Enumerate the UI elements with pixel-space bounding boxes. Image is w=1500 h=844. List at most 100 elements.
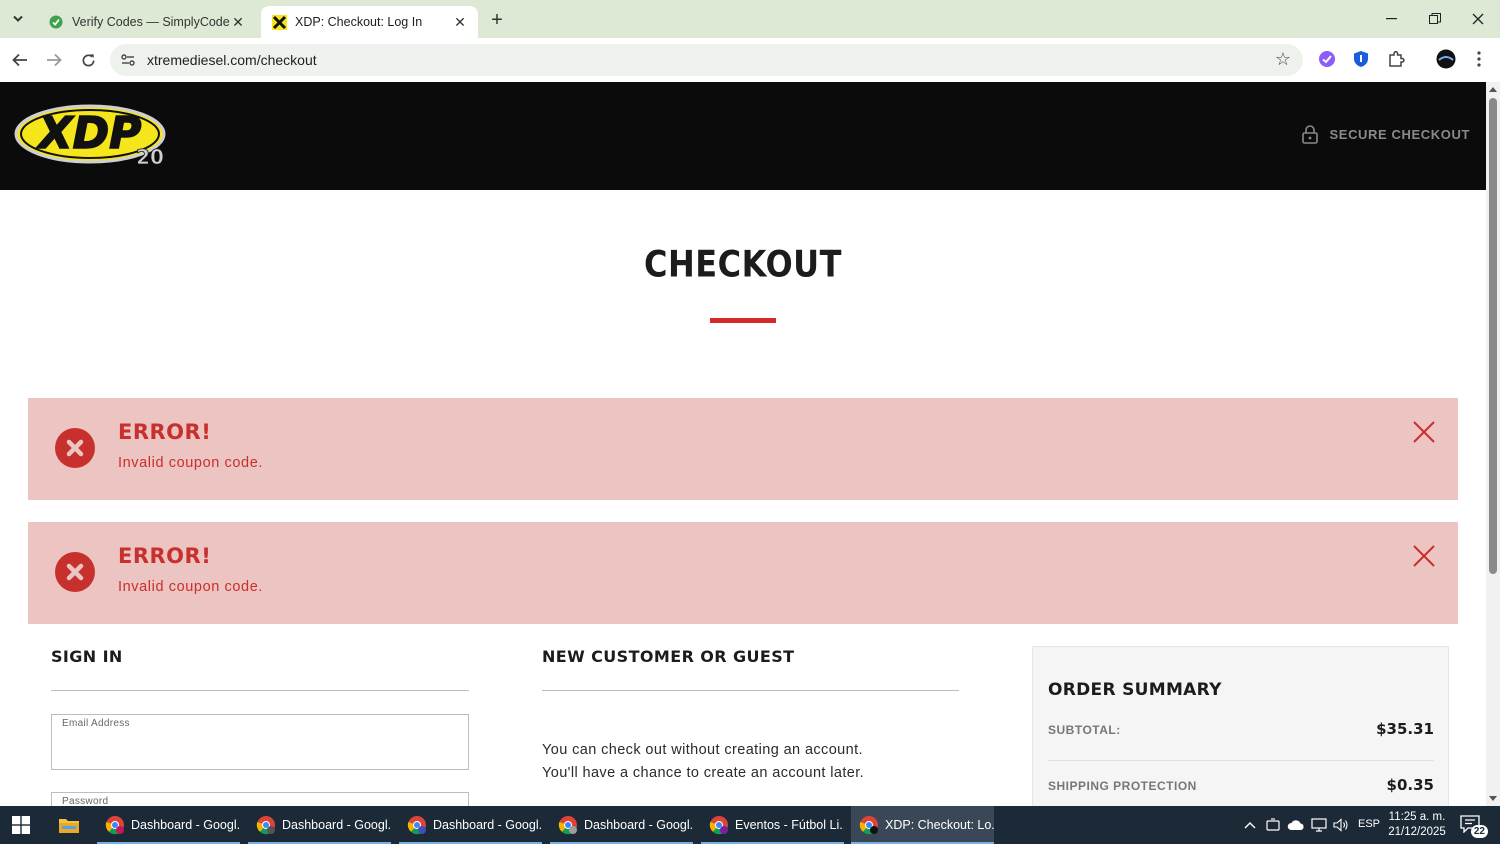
profile-avatar[interactable] [1435, 48, 1457, 70]
bookmark-star-icon[interactable]: ☆ [1275, 49, 1291, 70]
guest-description-line1: You can check out without creating an ac… [542, 742, 863, 758]
browser-chrome: Verify Codes — SimplyCodes ✕ XDP: Checko… [0, 0, 1500, 82]
onedrive-cloud-icon[interactable] [1286, 817, 1306, 833]
summary-label: SUBTOTAL: [1048, 723, 1121, 737]
email-label: Email Address [62, 718, 130, 729]
chrome-icon [105, 815, 125, 835]
summary-row-shipping-protection: SHIPPING PROTECTION $0.35 [1048, 776, 1434, 794]
taskbar-item-active[interactable]: XDP: Checkout: Lo... [851, 806, 994, 844]
windows-start-icon[interactable] [12, 816, 30, 834]
meet-now-icon[interactable] [1264, 817, 1282, 833]
logo-text: XDP [36, 108, 142, 159]
extension-simplycodes-button[interactable] [1317, 49, 1337, 69]
chevron-down-icon [13, 15, 23, 22]
tab-search-button[interactable] [6, 8, 30, 30]
taskbar-item[interactable]: Dashboard - Googl... [248, 806, 391, 844]
file-explorer-icon[interactable] [58, 815, 80, 835]
arrow-right-icon [47, 53, 62, 67]
system-clock[interactable]: 11:25 a. m. 21/12/2025 [1384, 810, 1450, 840]
restore-button[interactable] [1415, 4, 1455, 34]
alert-heading: ERROR! [118, 544, 212, 568]
reload-button[interactable] [76, 48, 100, 72]
taskbar-item[interactable]: Dashboard - Googl... [97, 806, 240, 844]
summary-value: $0.35 [1386, 776, 1434, 794]
taskbar-item-label: Dashboard - Googl... [131, 818, 240, 832]
chevron-up-icon[interactable] [1242, 817, 1258, 833]
taskbar-item[interactable]: Dashboard - Googl... [550, 806, 693, 844]
close-alert-icon[interactable] [1412, 544, 1436, 568]
email-input[interactable] [62, 735, 458, 765]
password-label: Password [62, 796, 109, 806]
extension-bitwarden-button[interactable] [1351, 49, 1371, 69]
notification-count-badge: 22 [1470, 825, 1488, 838]
tab-xdp-checkout[interactable]: XDP: Checkout: Log In ✕ [261, 6, 478, 38]
chrome-icon [256, 815, 276, 835]
summary-row-subtotal: SUBTOTAL: $35.31 [1048, 720, 1434, 738]
guest-divider [542, 690, 959, 691]
tab-strip: Verify Codes — SimplyCodes ✕ XDP: Checko… [0, 0, 1500, 38]
scroll-up-arrow-icon[interactable] [1489, 87, 1497, 92]
avatar-icon [1436, 49, 1456, 69]
restore-icon [1429, 13, 1441, 24]
password-field[interactable]: Password [51, 792, 469, 806]
error-alert: ERROR! Invalid coupon code. [28, 522, 1458, 624]
minimize-button[interactable] [1372, 4, 1412, 34]
summary-label: SHIPPING PROTECTION [1048, 779, 1197, 793]
page-scrollbar[interactable] [1486, 82, 1500, 806]
puzzle-icon [1389, 50, 1405, 67]
scrollbar-thumb[interactable] [1489, 98, 1497, 574]
alert-heading: ERROR! [118, 420, 212, 444]
language-indicator[interactable]: ESP [1358, 818, 1380, 830]
close-alert-icon[interactable] [1412, 420, 1436, 444]
web-page: XDP 20 SECURE CHECKOUT CHECKOUT ERROR! I… [0, 82, 1486, 806]
signin-title: SIGN IN [51, 647, 123, 666]
notification-center-button[interactable]: 22 [1460, 815, 1488, 838]
close-window-button[interactable] [1458, 4, 1498, 34]
clock-time: 11:25 a. m. [1388, 811, 1446, 823]
taskbar-item-label: Eventos - Fútbol Li... [735, 818, 844, 832]
back-button[interactable] [8, 48, 32, 72]
taskbar-item[interactable]: Eventos - Fútbol Li... [701, 806, 844, 844]
reload-icon [82, 53, 94, 66]
email-field[interactable]: Email Address [51, 714, 469, 770]
extensions-menu-button[interactable] [1386, 49, 1406, 69]
browser-toolbar: xtremediesel.com/checkout ☆ [0, 38, 1500, 82]
new-tab-button[interactable]: + [486, 9, 508, 31]
minimize-icon [1386, 18, 1397, 20]
tab-title: Verify Codes — SimplyCodes [72, 15, 230, 29]
network-icon[interactable] [1309, 817, 1329, 833]
xdp-logo[interactable]: XDP 20 [14, 104, 174, 173]
forward-button[interactable] [42, 48, 66, 72]
scroll-down-arrow-icon[interactable] [1489, 796, 1497, 801]
browser-menu-button[interactable] [1469, 49, 1489, 69]
address-bar[interactable]: xtremediesel.com/checkout ☆ [110, 44, 1303, 76]
taskbar-item-label: Dashboard - Googl... [433, 818, 542, 832]
summary-divider [1048, 760, 1434, 761]
alert-message: Invalid coupon code. [118, 579, 264, 595]
volume-icon[interactable] [1331, 817, 1351, 833]
tab-title: XDP: Checkout: Log In [295, 15, 423, 29]
kebab-menu-icon [1477, 51, 1481, 67]
alert-message: Invalid coupon code. [118, 455, 264, 471]
site-info-icon[interactable] [120, 52, 136, 68]
error-x-circle-icon [55, 552, 95, 592]
close-tab-icon[interactable]: ✕ [452, 14, 468, 30]
extension-icon [1319, 51, 1335, 67]
title-underline [710, 318, 776, 323]
arrow-left-icon [12, 53, 27, 67]
site-header: XDP 20 SECURE CHECKOUT [0, 82, 1486, 190]
page-title: CHECKOUT [644, 242, 842, 286]
logo-badge: 20 [136, 145, 164, 168]
signin-divider [51, 690, 469, 691]
taskbar-item[interactable]: Dashboard - Googl... [399, 806, 542, 844]
lock-icon [1301, 125, 1318, 144]
tab-simplycodes[interactable]: Verify Codes — SimplyCodes ✕ [38, 6, 256, 38]
shield-icon [1354, 51, 1368, 67]
taskbar-item-label: Dashboard - Googl... [282, 818, 391, 832]
order-summary-title: ORDER SUMMARY [1048, 680, 1222, 700]
chrome-icon [407, 815, 427, 835]
close-tab-icon[interactable]: ✕ [230, 14, 246, 30]
chrome-icon [709, 815, 729, 835]
secure-checkout-label: SECURE CHECKOUT [1329, 126, 1470, 142]
secure-checkout-indicator: SECURE CHECKOUT [1301, 124, 1470, 144]
